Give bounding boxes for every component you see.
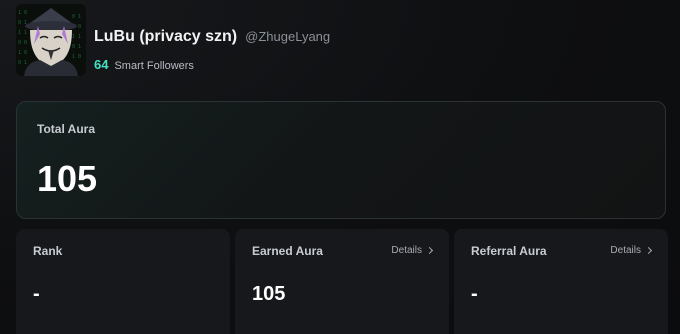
svg-text:0 1: 0 1 [18, 60, 27, 66]
avatar[interactable]: 1 00 11 1 0 01 00 1 0 11 01 1 0 11 0 [16, 4, 86, 76]
smart-followers-label: Smart Followers [114, 60, 194, 72]
name-row: LuBu (privacy szn) @ZhugeLyang [94, 28, 330, 46]
total-aura-card: Total Aura 105 [16, 101, 666, 219]
total-aura-value: 105 [37, 158, 98, 199]
svg-text:1 0: 1 0 [18, 10, 27, 16]
referral-aura-label: Referral Aura [471, 244, 547, 258]
svg-text:1 1: 1 1 [72, 34, 81, 40]
svg-text:1 1: 1 1 [18, 30, 27, 36]
total-aura-label: Total Aura [37, 122, 96, 136]
referral-aura-value: - [471, 283, 478, 305]
svg-text:0 0: 0 0 [18, 40, 27, 46]
smart-followers: 64 Smart Followers [94, 57, 194, 72]
svg-text:0 1: 0 1 [72, 14, 81, 20]
svg-text:0 1: 0 1 [72, 44, 81, 50]
user-handle[interactable]: @ZhugeLyang [245, 29, 330, 44]
chevron-right-icon [644, 246, 653, 255]
svg-text:1 0: 1 0 [72, 54, 81, 60]
profile-header: 1 00 11 1 0 01 00 1 0 11 01 1 0 11 0 LuB… [16, 4, 656, 80]
display-name: LuBu (privacy szn) [94, 28, 238, 45]
earned-aura-value: 105 [252, 283, 286, 305]
earned-aura-card: Earned Aura Details 105 [235, 229, 449, 334]
referral-aura-card: Referral Aura Details - [454, 229, 668, 334]
earned-aura-details-label: Details [391, 245, 422, 256]
chevron-right-icon [425, 246, 434, 255]
earned-aura-details-link[interactable]: Details [391, 245, 434, 256]
referral-aura-details-label: Details [610, 245, 641, 256]
referral-aura-details-link[interactable]: Details [610, 245, 653, 256]
smart-followers-count: 64 [94, 57, 109, 72]
rank-value: - [33, 283, 40, 305]
earned-aura-label: Earned Aura [252, 244, 323, 258]
rank-card: Rank - [16, 229, 230, 334]
svg-text:1 0: 1 0 [18, 50, 27, 56]
rank-label: Rank [33, 244, 63, 258]
